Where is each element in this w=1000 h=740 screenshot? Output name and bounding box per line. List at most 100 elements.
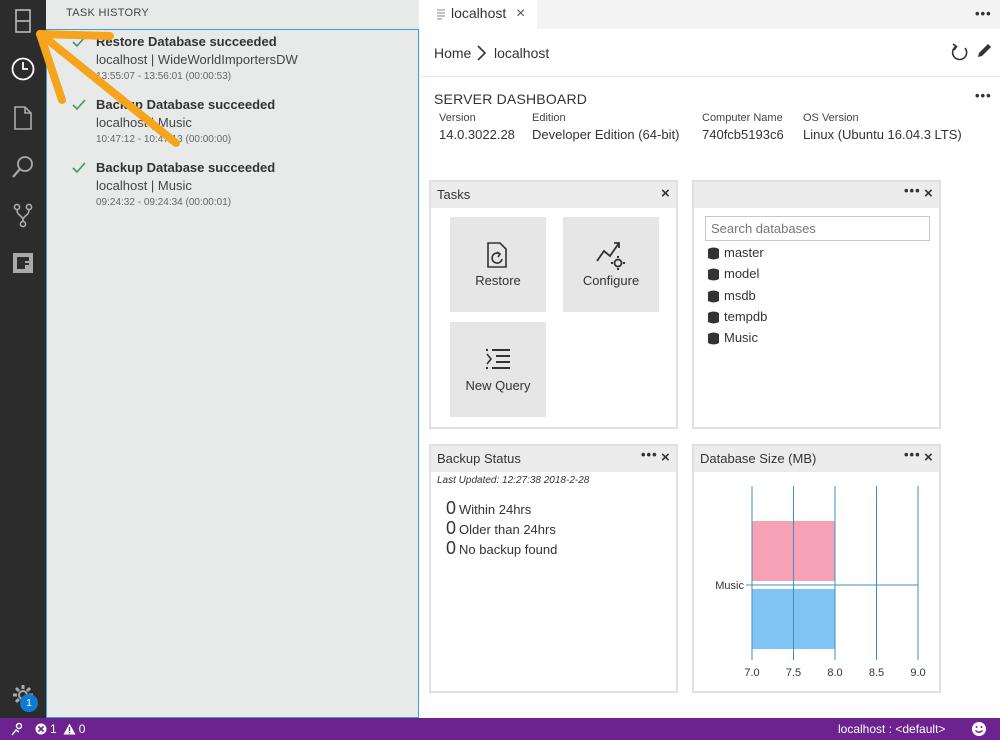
database-icon xyxy=(708,247,719,260)
databases-widget: ••• × master model msdb tempdb xyxy=(692,180,941,429)
error-count: 1 xyxy=(50,722,57,736)
task-history-icon[interactable] xyxy=(8,54,38,84)
task-title: Backup Database succeeded xyxy=(96,97,276,112)
file-icon xyxy=(437,9,445,20)
breadcrumb-home[interactable]: Home xyxy=(434,45,471,61)
backup-label: No backup found xyxy=(459,542,558,557)
warning-count: 0 xyxy=(78,722,86,736)
tasks-widget: Tasks × Restore Configure New Query xyxy=(429,180,678,429)
task-item[interactable]: Backup Database succeeded localhost | Mu… xyxy=(47,97,417,157)
notification-badge: 1 xyxy=(20,694,38,712)
search-databases-input[interactable] xyxy=(705,216,930,241)
database-icon xyxy=(708,332,719,345)
task-list: Restore Database succeeded localhost | W… xyxy=(46,29,419,718)
restore-icon xyxy=(487,242,507,268)
info-version: Version 14.0.3022.28 xyxy=(439,112,515,142)
extensions-icon[interactable] xyxy=(8,248,38,278)
success-check-icon xyxy=(72,99,86,111)
widget-more-button[interactable]: ••• xyxy=(904,447,921,462)
database-icon xyxy=(708,311,719,324)
info-value: 14.0.3022.28 xyxy=(439,127,515,142)
database-name: Music xyxy=(724,330,758,345)
new-query-tile[interactable]: New Query xyxy=(450,322,546,417)
widget-title: Backup Status xyxy=(437,451,521,466)
chart-tick-label: 8.5 xyxy=(869,667,884,679)
widget-title: Database Size (MB) xyxy=(700,451,817,466)
status-bar: 1 0 localhost : <default> xyxy=(0,718,1000,740)
info-label: Computer Name xyxy=(702,112,783,124)
problems-indicator[interactable]: 1 0 xyxy=(35,722,85,736)
info-label: Edition xyxy=(532,112,566,124)
backup-status-widget: Backup Status ••• × Last Updated: 12:27:… xyxy=(429,444,678,693)
account-icon[interactable] xyxy=(10,722,24,736)
database-icon xyxy=(708,290,719,303)
info-value: Developer Edition (64-bit) xyxy=(532,127,680,142)
edit-icon[interactable] xyxy=(975,42,993,60)
last-updated-text: Last Updated: 12:27:38 2018-2-28 xyxy=(437,475,590,486)
widget-close-button[interactable]: × xyxy=(661,449,670,466)
servers-icon[interactable] xyxy=(8,6,38,36)
info-label: OS Version xyxy=(803,112,859,124)
feedback-smiley-icon[interactable] xyxy=(971,721,987,737)
database-size-chart: 7.0 7.5 8.0 8.5 9.0 Music xyxy=(715,486,926,679)
database-name: msdb xyxy=(724,288,756,303)
backup-row: 0 Within 24hrs xyxy=(446,498,531,519)
widget-header: Backup Status ••• × xyxy=(431,446,676,472)
warning-icon xyxy=(63,723,76,735)
info-value: Linux (Ubuntu 16.04.3 LTS) xyxy=(803,127,962,142)
task-history-header: TASK HISTORY xyxy=(66,7,150,19)
task-item[interactable]: Backup Database succeeded localhost | Mu… xyxy=(47,160,417,220)
error-icon xyxy=(35,723,47,735)
backup-count: 0 xyxy=(446,538,457,558)
chevron-right-icon xyxy=(477,45,487,61)
database-name: model xyxy=(724,266,760,281)
task-history-panel: TASK HISTORY Restore Database succeeded … xyxy=(46,0,419,718)
task-subtitle: localhost | WideWorldImportersDW xyxy=(96,52,298,67)
database-icon xyxy=(708,268,719,281)
widget-close-button[interactable]: × xyxy=(661,185,670,202)
backup-label: Older than 24hrs xyxy=(459,522,556,537)
success-check-icon xyxy=(72,162,86,174)
info-edition: Edition Developer Edition (64-bit) xyxy=(532,112,679,142)
tab-close-button[interactable]: × xyxy=(516,5,525,23)
search-icon[interactable] xyxy=(8,152,38,182)
widget-close-button[interactable]: × xyxy=(924,185,933,202)
info-label: Version xyxy=(439,112,476,124)
tab-bar: localhost × ••• xyxy=(420,0,1000,29)
widget-title: Tasks xyxy=(437,187,471,202)
editor-more-button[interactable]: ••• xyxy=(975,6,992,21)
explorer-icon[interactable] xyxy=(8,103,38,133)
widget-more-button[interactable]: ••• xyxy=(641,447,658,462)
backup-row: 0 No backup found xyxy=(446,538,557,559)
task-title: Restore Database succeeded xyxy=(96,34,277,49)
connection-status[interactable]: localhost : <default> xyxy=(838,722,945,736)
app-window: 1 TASK HISTORY Restore Database succeede… xyxy=(0,0,1000,740)
source-control-icon[interactable] xyxy=(8,200,38,230)
new-query-icon xyxy=(486,349,510,369)
tab-label: localhost xyxy=(451,5,507,21)
widget-header: Database Size (MB) ••• × xyxy=(694,446,939,472)
breadcrumb-current: localhost xyxy=(494,45,550,61)
chart-tick-label: 8.0 xyxy=(827,667,842,679)
editor-area: localhost × ••• Home localhost SERVER DA… xyxy=(420,0,1000,718)
restore-tile[interactable]: Restore xyxy=(450,217,546,312)
configure-tile[interactable]: Configure xyxy=(563,217,659,312)
database-name: master xyxy=(724,245,764,260)
widget-header: Tasks × xyxy=(431,182,676,208)
tab-localhost[interactable]: localhost × xyxy=(420,0,537,29)
task-title: Backup Database succeeded xyxy=(96,160,276,175)
backup-row: 0 Older than 24hrs xyxy=(446,518,556,539)
backup-count: 0 xyxy=(446,498,457,518)
widget-more-button[interactable]: ••• xyxy=(904,183,921,198)
tile-label: Configure xyxy=(582,273,640,288)
task-time: 09:24:32 - 09:24:34 (00:00:01) xyxy=(96,197,232,208)
database-name: tempdb xyxy=(724,309,768,324)
task-item[interactable]: Restore Database succeeded localhost | W… xyxy=(47,34,417,94)
widget-close-button[interactable]: × xyxy=(924,449,933,466)
dashboard-more-button[interactable]: ••• xyxy=(975,88,992,103)
info-os-version: OS Version Linux (Ubuntu 16.04.3 LTS) xyxy=(803,112,962,142)
info-value: 740fcb5193c6 xyxy=(702,127,784,142)
chart-tick-label: 7.5 xyxy=(786,667,801,679)
refresh-icon[interactable] xyxy=(950,42,970,62)
success-check-icon xyxy=(72,36,86,48)
